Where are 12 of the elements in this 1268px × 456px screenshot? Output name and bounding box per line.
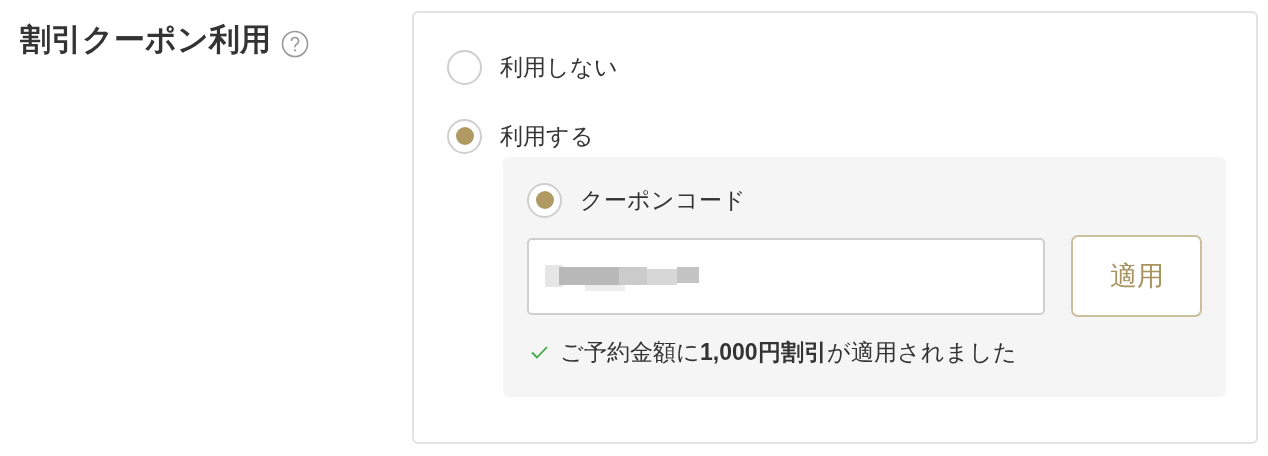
check-icon <box>531 345 548 359</box>
coupon-code-field[interactable] <box>527 237 1046 315</box>
radio-button[interactable] <box>447 118 482 154</box>
radio-button[interactable] <box>447 49 482 85</box>
option-label: 利用しない <box>500 52 618 82</box>
help-icon[interactable] <box>281 30 309 58</box>
radio-button[interactable] <box>527 182 562 218</box>
success-message: ご予約金額に1,000円割引が適用されました <box>560 338 1017 367</box>
apply-button[interactable]: 適用 <box>1071 235 1202 317</box>
section-title: 割引クーポン利用 <box>20 21 271 59</box>
option-label: 利用する <box>500 121 594 151</box>
option-label: クーポンコード <box>580 185 746 215</box>
